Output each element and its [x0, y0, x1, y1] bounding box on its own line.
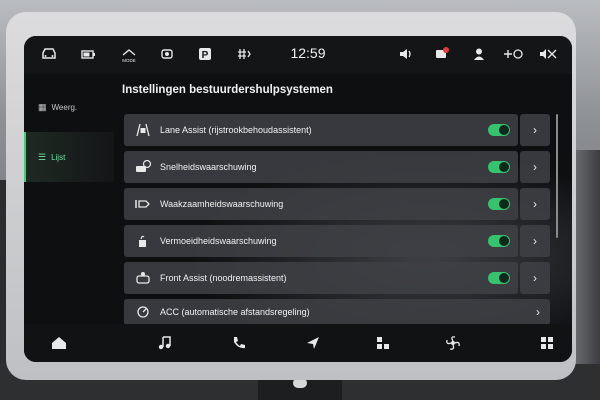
music-icon[interactable] — [156, 334, 174, 352]
apps-icon[interactable] — [374, 334, 392, 352]
list-item-label: Lane Assist (rijstrookbehoudassistent) — [160, 125, 312, 135]
assist-icon[interactable] — [158, 47, 176, 63]
car-icon[interactable] — [40, 47, 58, 63]
chevron-right-icon: › — [533, 123, 537, 137]
chevron-right-icon: › — [533, 234, 537, 248]
fatigue-warning-icon — [134, 234, 152, 248]
list-item-label: Waakzaamheidswaarschuwing — [160, 199, 284, 209]
speed-warning-icon — [134, 160, 152, 174]
list-item-label: ACC (automatische afstandsregeling) — [160, 307, 310, 317]
fatigue-warning-toggle[interactable] — [488, 235, 510, 247]
tab-lijst-label: Lijst — [51, 152, 66, 162]
svg-text:P: P — [202, 50, 209, 61]
chevron-right-icon: › — [533, 271, 537, 285]
lane-assist-toggle[interactable] — [488, 124, 510, 136]
front-assist-details-button[interactable]: › — [520, 262, 550, 294]
front-assist-toggle[interactable] — [488, 272, 510, 284]
navigation-icon[interactable] — [304, 334, 322, 352]
tab-weergave-label: Weerg. — [51, 102, 78, 112]
status-bar: MODE P 12:59 — [24, 36, 572, 74]
list-item-speed-warning[interactable]: Snelheidswaarschuwing — [124, 151, 518, 183]
attention-warning-toggle[interactable] — [488, 198, 510, 210]
speed-warning-toggle[interactable] — [488, 161, 510, 173]
scrollbar[interactable] — [556, 114, 558, 238]
list-item-attention-warning[interactable]: Waakzaamheidswaarschuwing — [124, 188, 518, 220]
list-item-fatigue-warning[interactable]: Vermoeidheidswaarschuwing — [124, 225, 518, 257]
dashboard-right — [572, 150, 600, 400]
home-icon[interactable] — [50, 334, 68, 352]
display-icon: ▦ — [38, 101, 47, 112]
list-item-label: Snelheidswaarschuwing — [160, 162, 257, 172]
parking-icon[interactable]: P — [198, 47, 212, 63]
volume-icon[interactable] — [398, 47, 414, 63]
clock: 12:59 — [290, 45, 326, 61]
side-tabs: ▦ Weerg. ☰ Lijst — [24, 74, 114, 324]
phone-icon[interactable] — [230, 334, 248, 352]
lane-assist-icon — [134, 123, 152, 137]
mode-label: MODE — [122, 58, 136, 63]
climate-icon[interactable] — [236, 47, 252, 63]
list-icon: ☰ — [38, 151, 47, 162]
grid-icon[interactable] — [538, 334, 556, 352]
connectivity-icon[interactable] — [502, 47, 524, 63]
chevron-right-icon: › — [533, 160, 537, 174]
chevron-right-icon[interactable]: › — [536, 305, 540, 319]
active-tab-indicator — [24, 132, 26, 182]
chevron-right-icon: › — [533, 197, 537, 211]
list-item-acc[interactable]: ACC (automatische afstandsregeling) › — [124, 299, 550, 325]
page-title: Instellingen bestuurdershulpsystemen — [122, 84, 333, 96]
user-icon[interactable] — [472, 47, 486, 63]
attention-warning-icon — [134, 197, 152, 211]
drive-mode-icon[interactable]: MODE — [120, 47, 138, 63]
sound-mute-icon[interactable] — [538, 47, 560, 63]
list-item-lane-assist[interactable]: Lane Assist (rijstrookbehoudassistent) — [124, 114, 518, 146]
screen-bezel: MODE P 12:59 ▦ Weerg. ☰ Lijst Instelling… — [6, 12, 576, 380]
speed-warning-details-button[interactable]: › — [520, 151, 550, 183]
attention-warning-details-button[interactable]: › — [520, 188, 550, 220]
infotainment-screen: MODE P 12:59 ▦ Weerg. ☰ Lijst Instelling… — [24, 36, 572, 362]
tab-lijst[interactable]: ☰ Lijst — [24, 132, 114, 182]
front-assist-icon — [134, 271, 152, 285]
battery-icon[interactable] — [80, 47, 96, 63]
lane-assist-details-button[interactable]: › — [520, 114, 550, 146]
fatigue-warning-details-button[interactable]: › — [520, 225, 550, 257]
acc-icon — [134, 305, 152, 319]
tab-weergave[interactable]: ▦ Weerg. — [24, 82, 114, 132]
bottom-nav — [24, 324, 572, 362]
list-item-label: Front Assist (noodremassistent) — [160, 273, 287, 283]
fan-icon[interactable] — [444, 334, 462, 352]
list-item-front-assist[interactable]: Front Assist (noodremassistent) — [124, 262, 518, 294]
list-item-label: Vermoeidheidswaarschuwing — [160, 236, 277, 246]
notification-icon[interactable] — [434, 47, 450, 63]
